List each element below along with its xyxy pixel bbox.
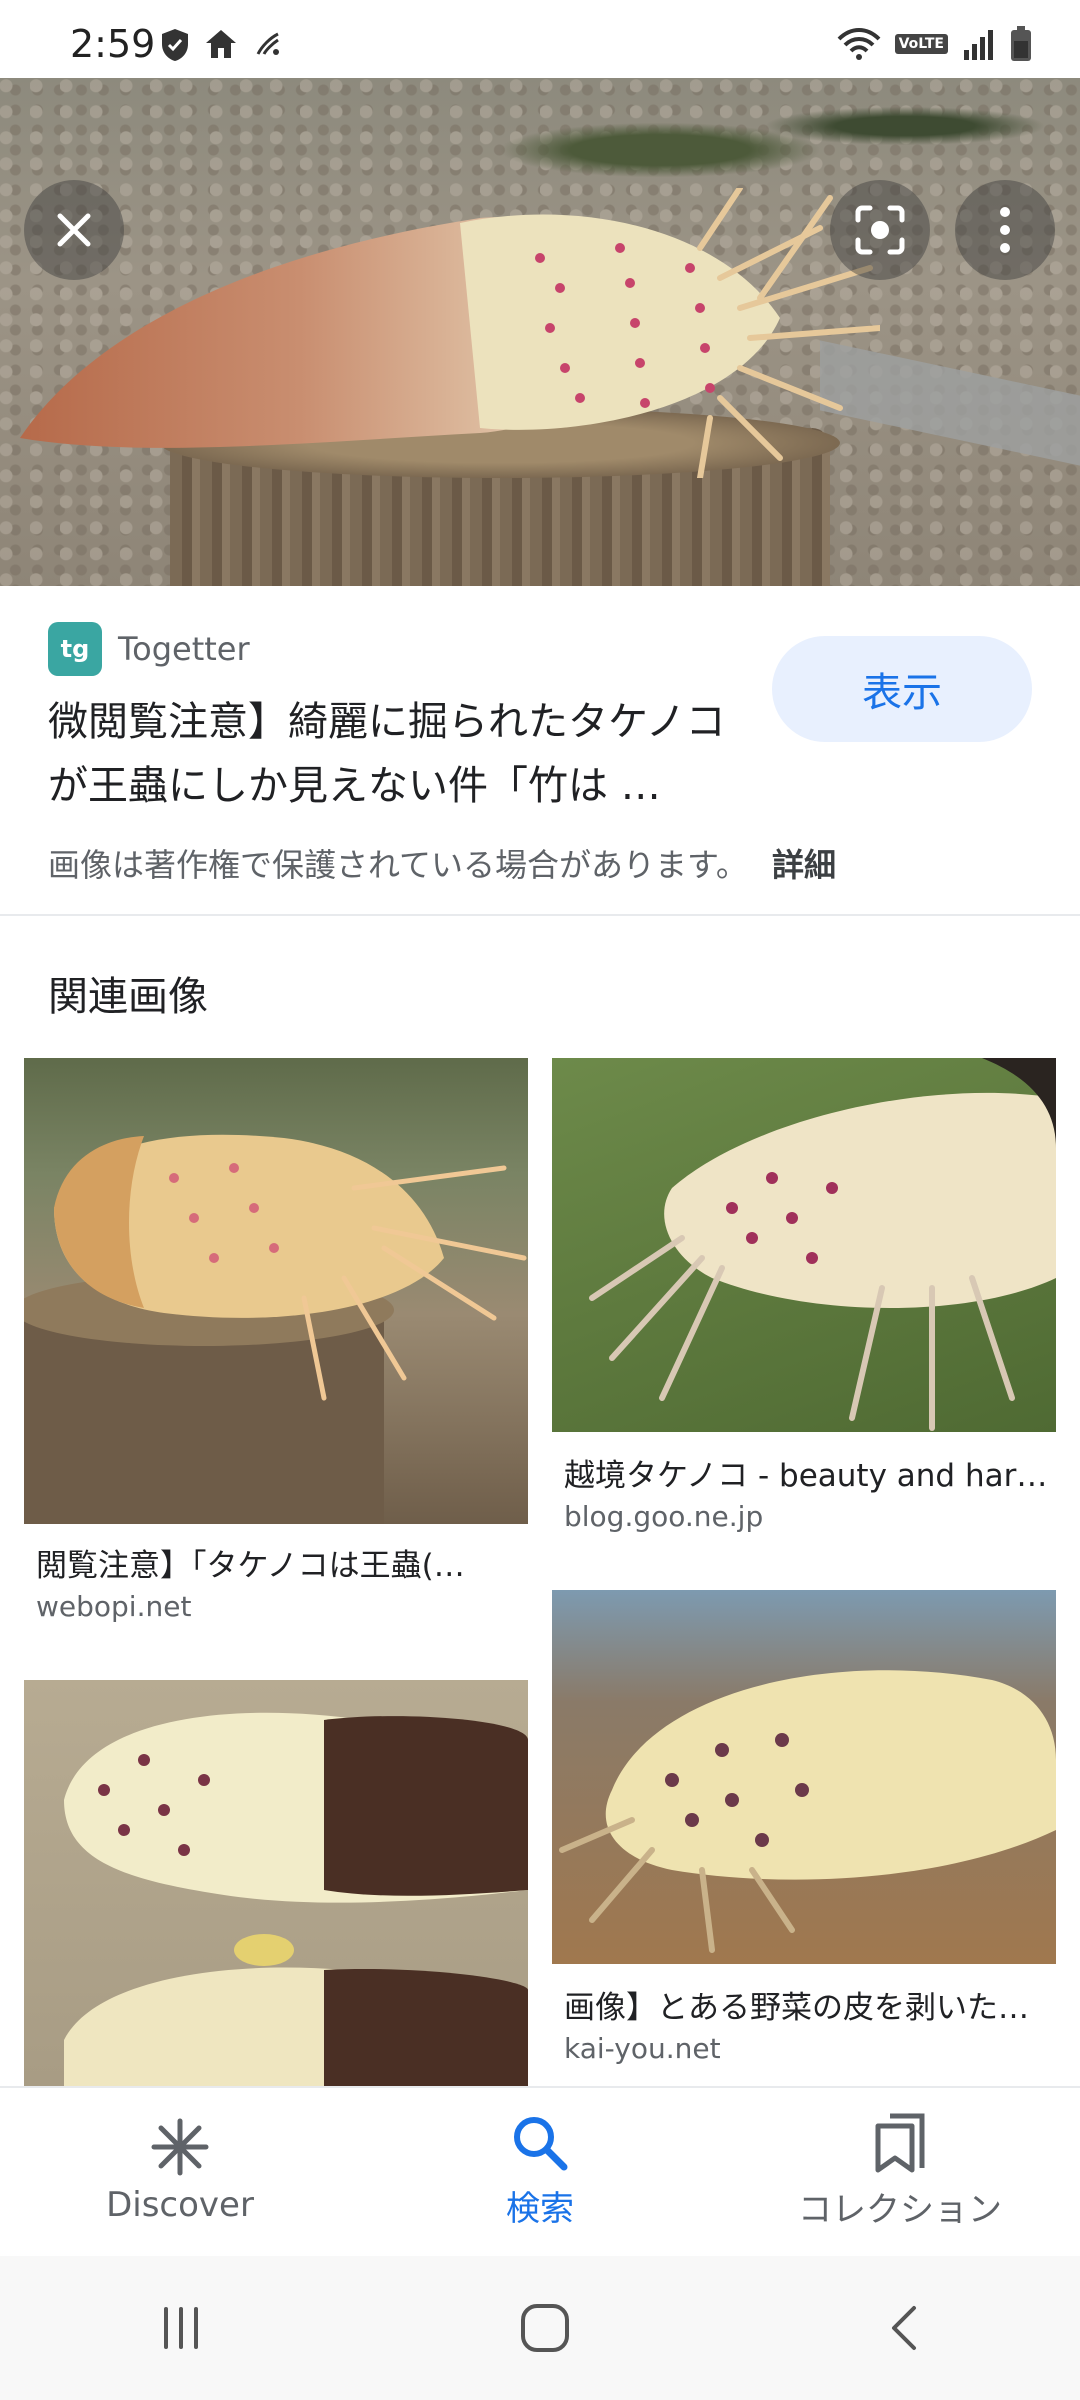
nav-discover[interactable]: Discover xyxy=(0,2088,360,2254)
home-icon xyxy=(206,30,236,58)
source-row[interactable]: tg Togetter xyxy=(48,622,250,676)
bottom-navigation: Discover 検索 コレクション xyxy=(0,2086,1080,2254)
volte-badge: VoLTE xyxy=(894,34,948,54)
system-navigation-bar xyxy=(0,2256,1080,2400)
screen: 2:59 VoLTE tg Togetter 微閲覧注意】綺麗に掘られたタケノコ… xyxy=(0,0,1080,2400)
bamboo-shoot-illustration xyxy=(20,188,880,478)
related-image-thumbnail xyxy=(24,1058,528,1524)
collections-icon xyxy=(875,2113,925,2172)
hero-image[interactable] xyxy=(0,78,1080,586)
related-image-domain: kai-you.net xyxy=(564,2032,721,2065)
related-image-card[interactable] xyxy=(24,1680,528,2086)
result-title[interactable]: 微閲覧注意】綺麗に掘られたタケノコが王蟲にしか見えない件「竹は … xyxy=(48,690,728,818)
close-button[interactable] xyxy=(24,180,124,280)
togetter-logo: tg xyxy=(48,622,102,676)
related-image-thumbnail xyxy=(24,1680,528,2086)
copyright-notice: 画像は著作権で保護されている場合があります。 詳細 xyxy=(48,840,836,886)
wifi-calling-icon xyxy=(256,32,279,55)
search-icon xyxy=(514,2116,568,2170)
status-time: 2:59 xyxy=(70,22,156,66)
greenery xyxy=(380,78,1080,198)
close-icon xyxy=(57,213,91,247)
related-image-card[interactable] xyxy=(24,1058,528,1524)
nav-collections[interactable]: コレクション xyxy=(720,2088,1080,2254)
status-right-icons: VoLTE xyxy=(837,26,1032,62)
more-vert-icon xyxy=(1000,207,1010,253)
source-name: Togetter xyxy=(118,630,250,668)
togetter-logo-text: tg xyxy=(60,635,90,663)
wifi-icon xyxy=(837,28,881,60)
signal-icon xyxy=(964,30,993,60)
related-image-thumbnail xyxy=(552,1058,1056,1432)
status-bar: 2:59 VoLTE xyxy=(0,0,1080,78)
lens-icon xyxy=(855,205,905,255)
bamboo-shoot-image xyxy=(559,1670,1056,1953)
battery-icon xyxy=(1011,26,1031,61)
more-options-button[interactable] xyxy=(955,180,1055,280)
related-image-card[interactable] xyxy=(552,1058,1056,1432)
related-images-heading: 関連画像 xyxy=(48,974,208,1020)
related-image-title[interactable]: 越境タケノコ - beauty and har… xyxy=(564,1450,1048,1495)
home-button-icon[interactable] xyxy=(519,2302,571,2354)
nav-label-discover: Discover xyxy=(106,2185,254,2225)
bamboo-shoot-image xyxy=(589,1058,1056,1431)
bamboo-shoot-image xyxy=(64,1712,528,2086)
bamboo-shoot-image xyxy=(24,1134,527,1524)
related-image-domain: webopi.net xyxy=(36,1590,192,1623)
details-link[interactable]: 詳細 xyxy=(772,846,836,884)
nav-search[interactable]: 検索 xyxy=(360,2088,720,2254)
divider xyxy=(0,914,1080,916)
related-image-domain: blog.goo.ne.jp xyxy=(564,1500,764,1533)
shield-icon xyxy=(162,29,188,61)
copyright-text: 画像は著作権で保護されている場合があります。 xyxy=(48,846,748,884)
back-icon[interactable] xyxy=(884,2302,924,2354)
related-image-title[interactable]: 閲覧注意】「タケノコは王蟲(… xyxy=(36,1540,520,1585)
related-image-card[interactable] xyxy=(552,1590,1056,1964)
nav-label-search: 検索 xyxy=(506,2188,574,2229)
view-button[interactable]: 表示 xyxy=(772,636,1032,742)
nav-label-collections: コレクション xyxy=(798,2189,1002,2230)
discover-asterisk-icon xyxy=(151,2118,209,2176)
lens-button[interactable] xyxy=(830,180,930,280)
recent-apps-icon[interactable] xyxy=(156,2303,206,2353)
related-image-title[interactable]: 画像】とある野菜の皮を剥いた… xyxy=(564,1982,1048,2027)
status-left-icons xyxy=(160,28,284,62)
related-image-thumbnail xyxy=(552,1590,1056,1964)
